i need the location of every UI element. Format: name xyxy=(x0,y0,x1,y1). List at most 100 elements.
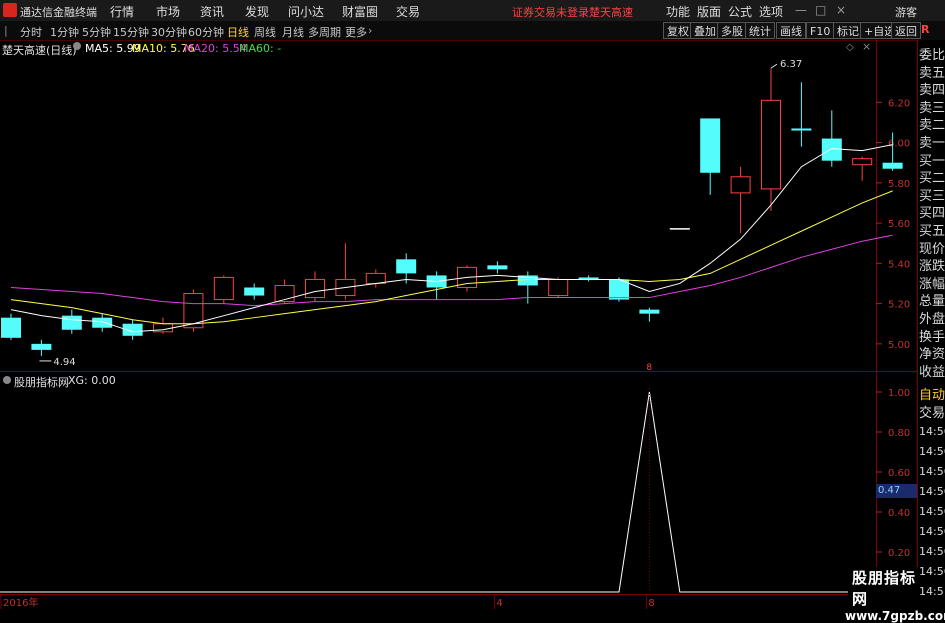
menu-item-trade[interactable]: 交易 xyxy=(396,3,420,20)
quote-label: 买三 xyxy=(919,188,945,204)
candle-body-down xyxy=(700,118,721,173)
period-tab-daily[interactable]: 日线 xyxy=(227,24,249,40)
y-tick-label: 5.40 xyxy=(888,259,910,270)
quote-label: 总量 xyxy=(919,294,945,310)
quote-label: 净资 xyxy=(919,347,945,363)
close-button[interactable]: × xyxy=(836,3,846,17)
minimize-button[interactable]: — xyxy=(795,3,807,17)
tick-time: 14:5 xyxy=(919,585,944,598)
candle-body-up xyxy=(213,276,234,301)
candle-body-down xyxy=(821,138,842,161)
quote-label: 换手 xyxy=(919,329,945,345)
menu-item-layout[interactable]: 版面 xyxy=(697,3,721,20)
menu-item-market[interactable]: 市场 xyxy=(156,3,180,20)
x-tick-label: 4 xyxy=(496,598,502,609)
y-tick-label: 6.20 xyxy=(888,98,910,109)
low-label: 4.94 xyxy=(53,357,75,368)
toolbar-draw-button[interactable]: 画线 xyxy=(776,22,806,39)
menu-item-wealth[interactable]: 财富圈 xyxy=(342,3,378,20)
indicator-y-tick-label: 1.00 xyxy=(888,388,910,399)
period-tab-weekly[interactable]: 周线 xyxy=(254,24,276,40)
period-tab-15min[interactable]: 15分钟 xyxy=(113,24,149,40)
login-status[interactable]: 证券交易未登录 xyxy=(512,4,589,20)
quote-label: 卖五 xyxy=(919,65,945,81)
quote-label: 卖三 xyxy=(919,100,945,116)
menu-item-discover[interactable]: 发现 xyxy=(245,3,269,20)
x-tick-label: 8 xyxy=(648,598,654,609)
period-tab-30min[interactable]: 30分钟 xyxy=(151,24,187,40)
tick-time: 14:56 xyxy=(919,485,945,498)
candle-body-up xyxy=(761,99,781,190)
y-tick-label: 5.80 xyxy=(888,179,910,190)
quote-label[interactable]: 自动 xyxy=(919,384,945,403)
quote-label: 卖一 xyxy=(919,136,945,151)
sidebar-toggle-icon[interactable]: | xyxy=(4,24,8,37)
indicator-current-value: 0.47 xyxy=(876,484,917,498)
period-tab-5min[interactable]: 5分钟 xyxy=(82,24,111,40)
app-title: 通达信金融终端 xyxy=(20,6,97,19)
toolbar-mark-button[interactable]: 标记 xyxy=(833,22,863,39)
watermark: 股朋指标网 www.7gpzb.com xyxy=(845,567,945,623)
toolbar-back-button[interactable]: 返回 xyxy=(891,22,921,39)
tick-time: 14:56 xyxy=(919,545,945,558)
period-tab-more[interactable]: 更多 xyxy=(345,24,367,40)
ma10-line xyxy=(10,190,893,325)
y-tick-label: 5.60 xyxy=(888,219,910,230)
toolbar-f10-button[interactable]: F10 xyxy=(806,22,835,39)
candle-body-up xyxy=(730,176,751,194)
menu-item-quotes[interactable]: 行情 xyxy=(110,3,134,20)
quote-label[interactable]: 交易 xyxy=(919,402,945,421)
y-tick-label: 6.00 xyxy=(888,139,910,150)
period-tab-60min[interactable]: 60分钟 xyxy=(188,24,224,40)
watermark-url: www.7gpzb.com xyxy=(845,609,945,623)
toolbar-overlay-button[interactable]: 叠加 xyxy=(690,22,720,39)
candle-body-up xyxy=(305,278,325,299)
menu-item-xiaoda[interactable]: 问小达 xyxy=(288,3,324,20)
y-tick-label: 5.00 xyxy=(888,340,910,351)
toolbar-restore-button[interactable]: 复权 xyxy=(663,22,693,39)
maximize-button[interactable]: □ xyxy=(815,3,826,17)
tick-time: 14:56 xyxy=(919,465,945,478)
tick-time: 14:56 xyxy=(919,425,945,438)
candle-body-down xyxy=(396,259,417,274)
x-tick-label: 2016年 xyxy=(3,596,38,609)
menu-item-news[interactable]: 资讯 xyxy=(200,3,224,20)
period-tab-1min[interactable]: 1分钟 xyxy=(50,24,79,40)
period-tab-multi[interactable]: 多周期 xyxy=(308,24,341,40)
candle-body-down xyxy=(244,287,265,296)
quote-label: 买五 xyxy=(919,224,945,239)
y-tick-label: 5.20 xyxy=(888,300,910,311)
candle-body-down xyxy=(61,315,82,330)
time-axis-border xyxy=(0,594,917,595)
indicator-y-tick-label: 0.20 xyxy=(888,548,910,559)
chevron-right-icon: › xyxy=(368,24,373,37)
tick-time: 14:56 xyxy=(919,445,945,458)
ma20-line xyxy=(10,234,893,307)
indicator-y-tick-label: 0.40 xyxy=(888,508,910,519)
indicator-y-tick-label: 0.60 xyxy=(888,468,910,479)
high-marker xyxy=(770,63,778,69)
candle-body-up xyxy=(183,293,204,329)
quote-label: 卖二 xyxy=(919,118,945,134)
menu-item-options[interactable]: 选项 xyxy=(759,3,783,20)
candle-body-down xyxy=(487,265,508,270)
quote-label: 买二 xyxy=(919,171,945,187)
period-tab-intraday[interactable]: 分时 xyxy=(20,24,42,40)
pane-divider xyxy=(0,371,917,372)
realtime-r-icon[interactable]: R xyxy=(921,23,929,36)
candle-body-up xyxy=(548,278,569,297)
toolbar-multistock-button[interactable]: 多股 xyxy=(717,22,747,39)
toolbar-stats-button[interactable]: 统计 xyxy=(745,22,775,39)
quote-label: 卖四 xyxy=(919,83,945,99)
quote-label: 收益 xyxy=(919,364,945,380)
quote-label: 买四 xyxy=(919,206,945,222)
tick-time: 14:56 xyxy=(919,525,945,538)
menu-item-function[interactable]: 功能 xyxy=(666,3,690,20)
menu-item-formula[interactable]: 公式 xyxy=(728,3,752,20)
candle-body-up xyxy=(365,272,386,284)
user-label[interactable]: 游客 xyxy=(895,4,917,20)
tick-time: 14:56 xyxy=(919,505,945,518)
chart-canvas[interactable]: 6.20 6.00 5.80 5.60 5.40 5.20 5.00 6.37 4.94 1.… xyxy=(0,40,945,609)
period-tab-monthly[interactable]: 月线 xyxy=(282,24,304,40)
signal-marker-label: 8 xyxy=(646,363,652,373)
